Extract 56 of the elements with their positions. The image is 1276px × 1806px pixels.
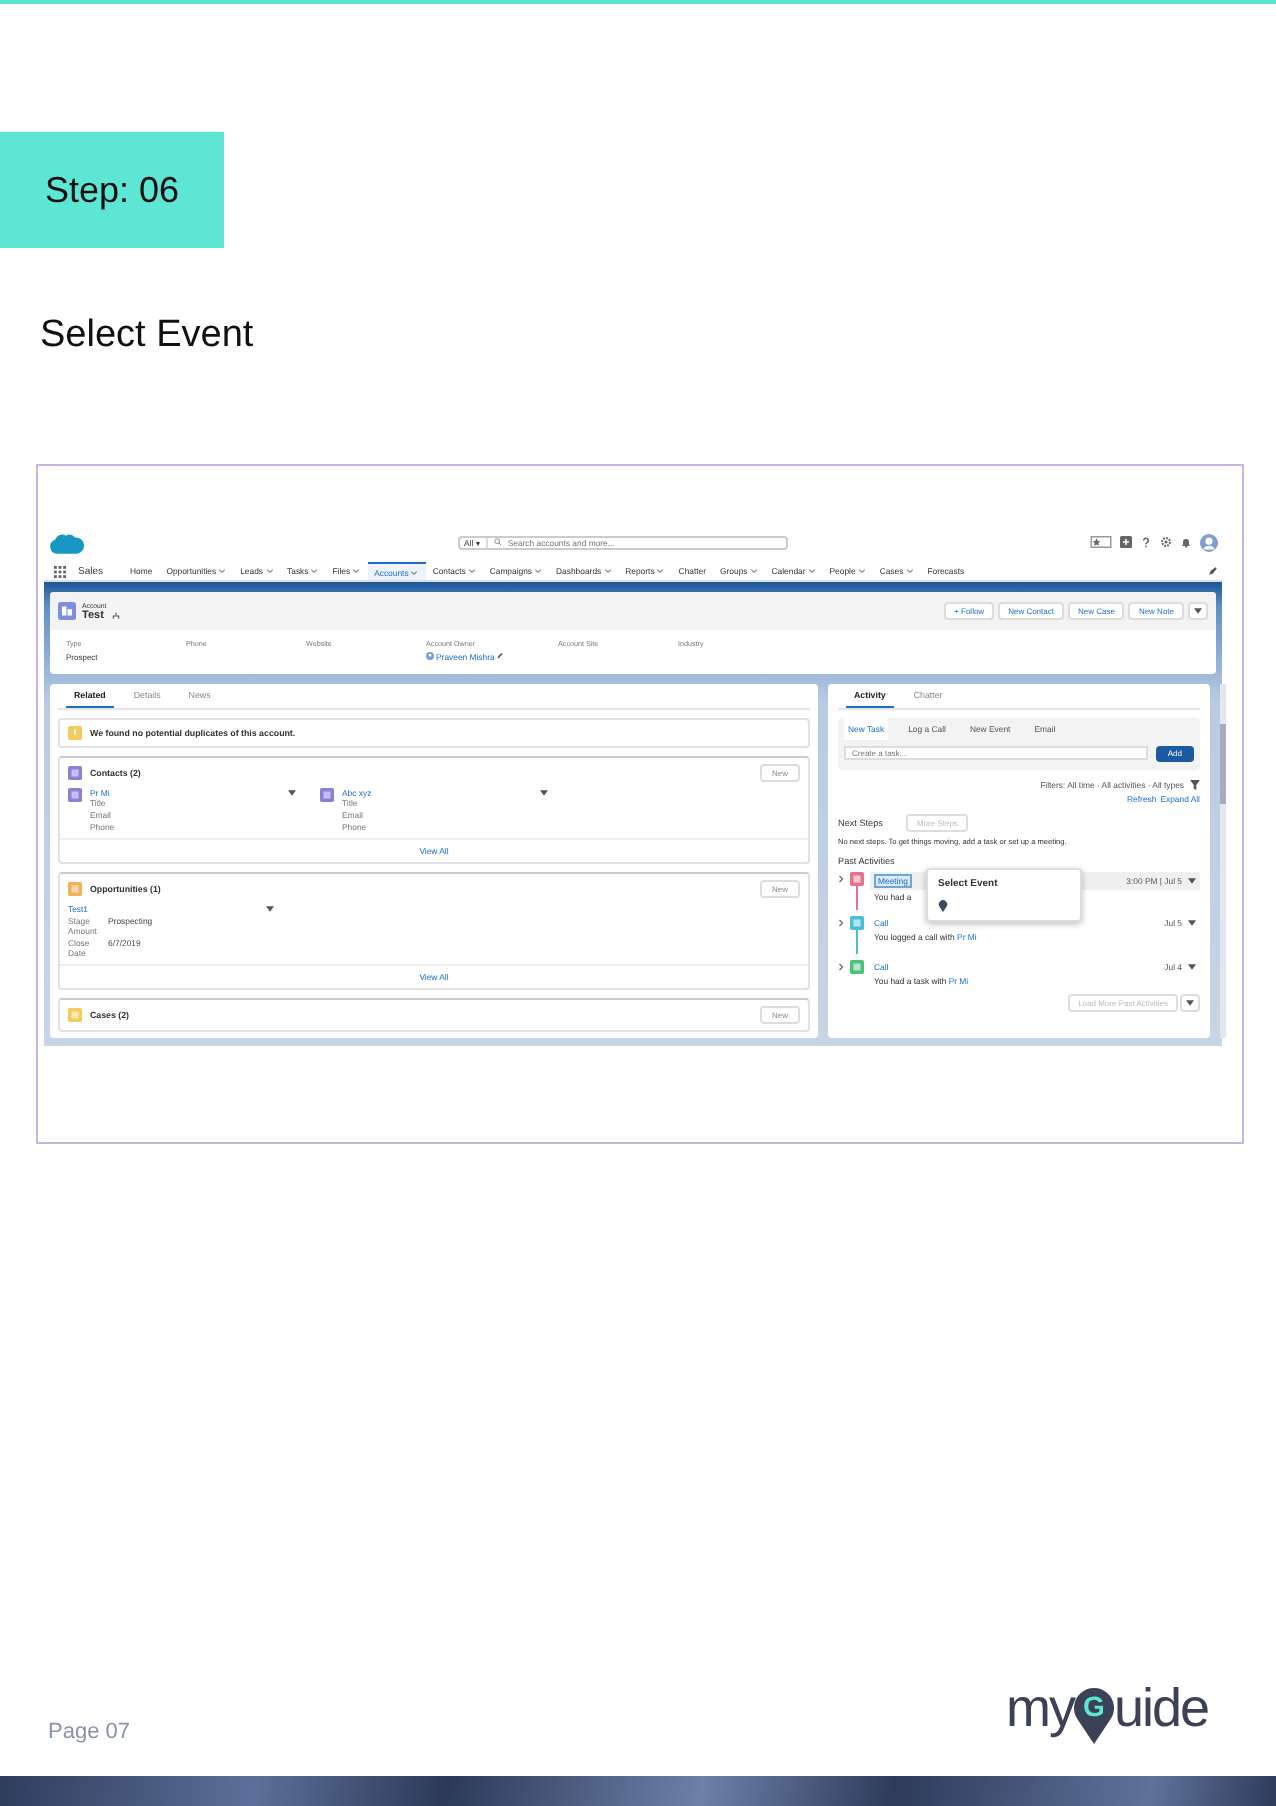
instruction-text: Select Event [40,314,256,358]
step-badge: Step: 06 [0,132,224,248]
chevron-down-icon[interactable] [603,568,612,574]
page-number: Page 07 [48,1720,130,1744]
app-launcher-icon[interactable] [54,565,66,577]
filter-icon[interactable] [1190,779,1200,789]
related-list-icon [68,765,82,779]
warning-icon [68,725,82,739]
expand-icon[interactable] [838,917,844,927]
bell-icon[interactable] [1180,536,1192,548]
chevron-down-icon[interactable] [656,568,665,574]
caret-icon [1186,999,1194,1005]
chevron-down-icon[interactable] [467,568,476,574]
related-list-icon [68,881,82,896]
change-owner-icon[interactable] [496,652,505,660]
user-icon [426,652,434,660]
chevron-down-icon[interactable] [905,568,914,574]
add-icon[interactable] [1120,536,1132,548]
more-actions-button[interactable] [1188,602,1208,620]
related-list-icon [68,1008,82,1023]
chevron-down-icon[interactable] [534,568,543,574]
row-menu-button[interactable] [1188,875,1196,885]
scrollbar[interactable] [1220,683,1226,1039]
chevron-down-icon[interactable] [310,568,319,574]
help-icon[interactable] [1140,536,1152,548]
pencil-icon[interactable] [1208,566,1218,576]
search-icon [493,538,502,546]
chevron-down-icon[interactable] [265,568,274,574]
row-menu-button[interactable] [266,903,274,914]
chevron-down-icon[interactable] [410,569,419,575]
chevron-down-icon[interactable] [807,568,816,574]
chevron-down-icon[interactable] [352,568,361,574]
row-menu-button[interactable] [1188,917,1196,927]
expand-icon[interactable] [838,873,844,883]
caret-icon [1188,963,1196,969]
avatar-icon[interactable] [1200,533,1218,551]
hierarchy-icon[interactable] [112,611,121,619]
more-options-button[interactable] [1180,993,1200,1011]
account-record-icon [58,602,76,620]
caret-icon [1188,877,1196,883]
cloud-logo-icon [48,531,84,553]
pin-icon [938,899,948,911]
caret-icon [266,905,274,912]
caret-icon [540,789,548,795]
chevron-down-icon[interactable] [749,568,758,574]
row-menu-button[interactable] [540,787,548,797]
row-menu-button[interactable] [288,787,296,797]
chevron-down-icon[interactable] [218,568,227,574]
row-menu-button[interactable] [1188,961,1196,971]
expand-icon[interactable] [838,961,844,971]
caret-icon [1188,919,1196,925]
activity-type-icon [850,959,864,973]
chevron-down-icon[interactable] [857,568,866,574]
settings-icon[interactable] [1160,536,1172,548]
caret-icon [288,789,296,795]
caret-icon [1194,608,1202,614]
